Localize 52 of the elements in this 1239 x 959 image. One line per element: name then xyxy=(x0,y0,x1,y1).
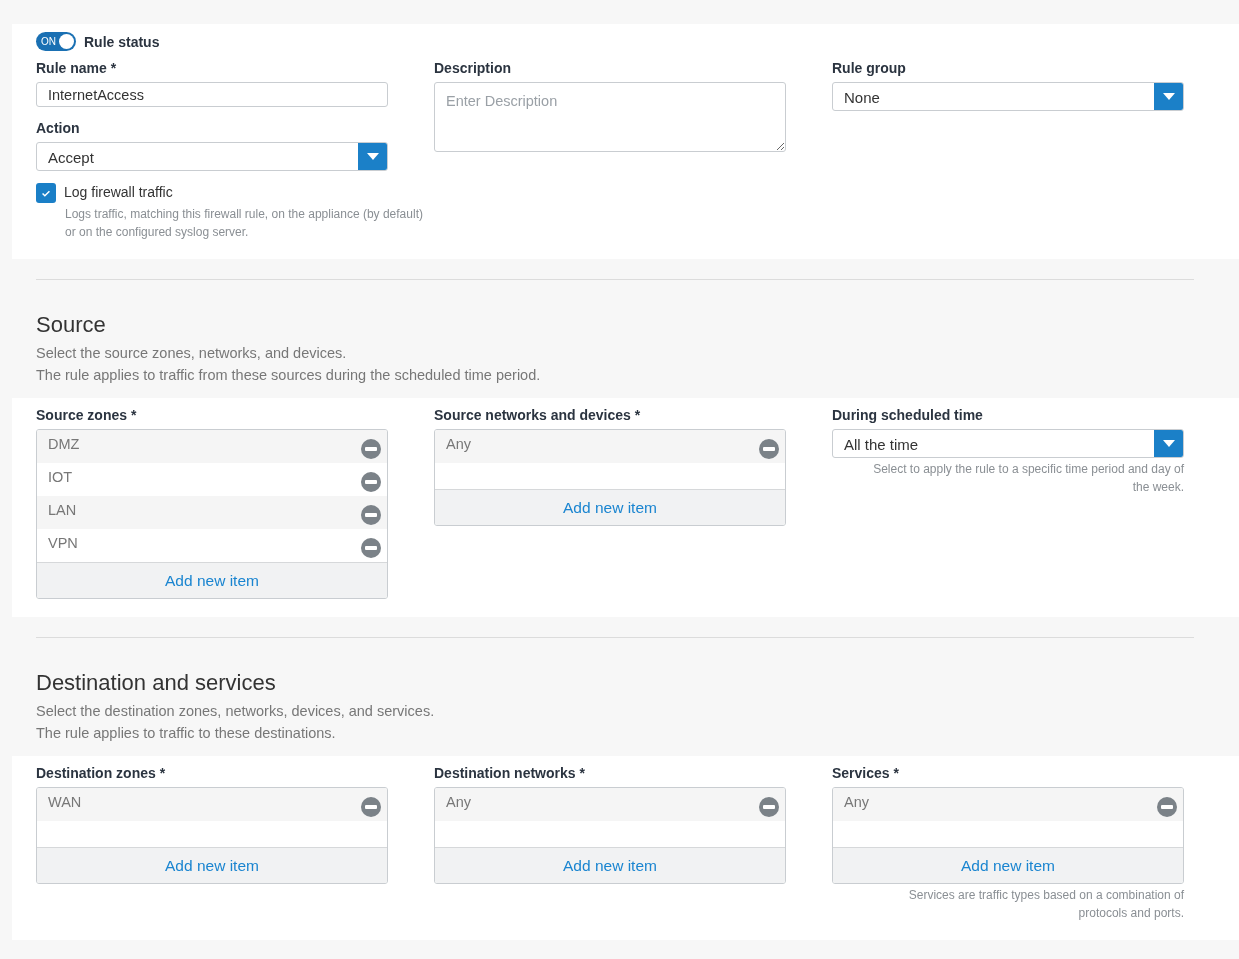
caret-icon xyxy=(1162,440,1175,447)
list-item: WAN xyxy=(48,793,82,812)
section-description: Select the source zones, networks, and devices. xyxy=(36,344,348,363)
label: Action xyxy=(36,119,80,137)
label: Source zones * xyxy=(36,406,137,424)
caret-icon xyxy=(366,153,379,160)
remove-icon[interactable] xyxy=(361,439,381,459)
label: Rule name * xyxy=(36,59,117,77)
label: Rule status xyxy=(84,32,160,51)
label: Rule group xyxy=(832,59,906,77)
checkbox[interactable] xyxy=(36,183,56,203)
label: Source networks and devices * xyxy=(434,406,641,424)
section-title: Source xyxy=(36,311,107,339)
label: Destination networks * xyxy=(434,764,585,782)
remove-icon[interactable] xyxy=(361,505,381,525)
help-text: Select to apply the rule to a specific time period and day of the week. xyxy=(872,461,1184,496)
toggle-switch[interactable]: ON xyxy=(36,32,76,51)
help-text: Services are traffic types based on a combination of protocols and ports. xyxy=(907,887,1184,922)
remove-icon[interactable] xyxy=(361,472,381,492)
remove-icon[interactable] xyxy=(361,538,381,558)
list-item: DMZ xyxy=(48,435,80,454)
remove-icon[interactable] xyxy=(759,797,779,817)
section-description: Select the destination zones, networks, devices, and services. xyxy=(36,702,436,721)
input-field[interactable]: InternetAccess xyxy=(36,82,388,107)
help-text: Logs traffic, matching this firewall rule, on the appliance (by default) or on the configured syslog server. xyxy=(64,206,424,241)
list-item: Any xyxy=(446,435,471,454)
section-description: The rule applies to traffic to these destinations. xyxy=(36,724,337,743)
remove-icon[interactable] xyxy=(361,797,381,817)
rule-group-select[interactable]: None xyxy=(832,82,1184,111)
add-item-button[interactable]: Add new item xyxy=(435,847,785,883)
section-title: Destination and services xyxy=(36,669,277,697)
label: Services * xyxy=(832,764,899,782)
remove-icon[interactable] xyxy=(1157,797,1177,817)
add-item-button[interactable]: Add new item xyxy=(833,847,1183,883)
schedule-select[interactable]: All the time xyxy=(832,429,1184,458)
list-item: VPN xyxy=(48,534,78,553)
list-item: LAN xyxy=(48,501,77,520)
label: Destination zones * xyxy=(36,764,166,782)
checkbox-label: Log firewall traffic xyxy=(64,183,173,203)
label: During scheduled time xyxy=(832,406,983,424)
add-item-button[interactable]: Add new item xyxy=(37,847,387,883)
list-item: IOT xyxy=(48,468,73,487)
list-item: Any xyxy=(844,793,869,812)
list-item: Any xyxy=(446,793,471,812)
description-field[interactable]: Enter Description xyxy=(434,82,786,152)
add-item-button[interactable]: Add new item xyxy=(435,489,785,525)
add-item-button[interactable]: Add new item xyxy=(37,562,387,598)
label: Description xyxy=(434,59,511,77)
action-select[interactable]: Accept xyxy=(36,142,388,171)
section-description: The rule applies to traffic from these sources during the scheduled time period. xyxy=(36,366,542,385)
caret-icon xyxy=(1162,93,1175,100)
remove-icon[interactable] xyxy=(759,439,779,459)
